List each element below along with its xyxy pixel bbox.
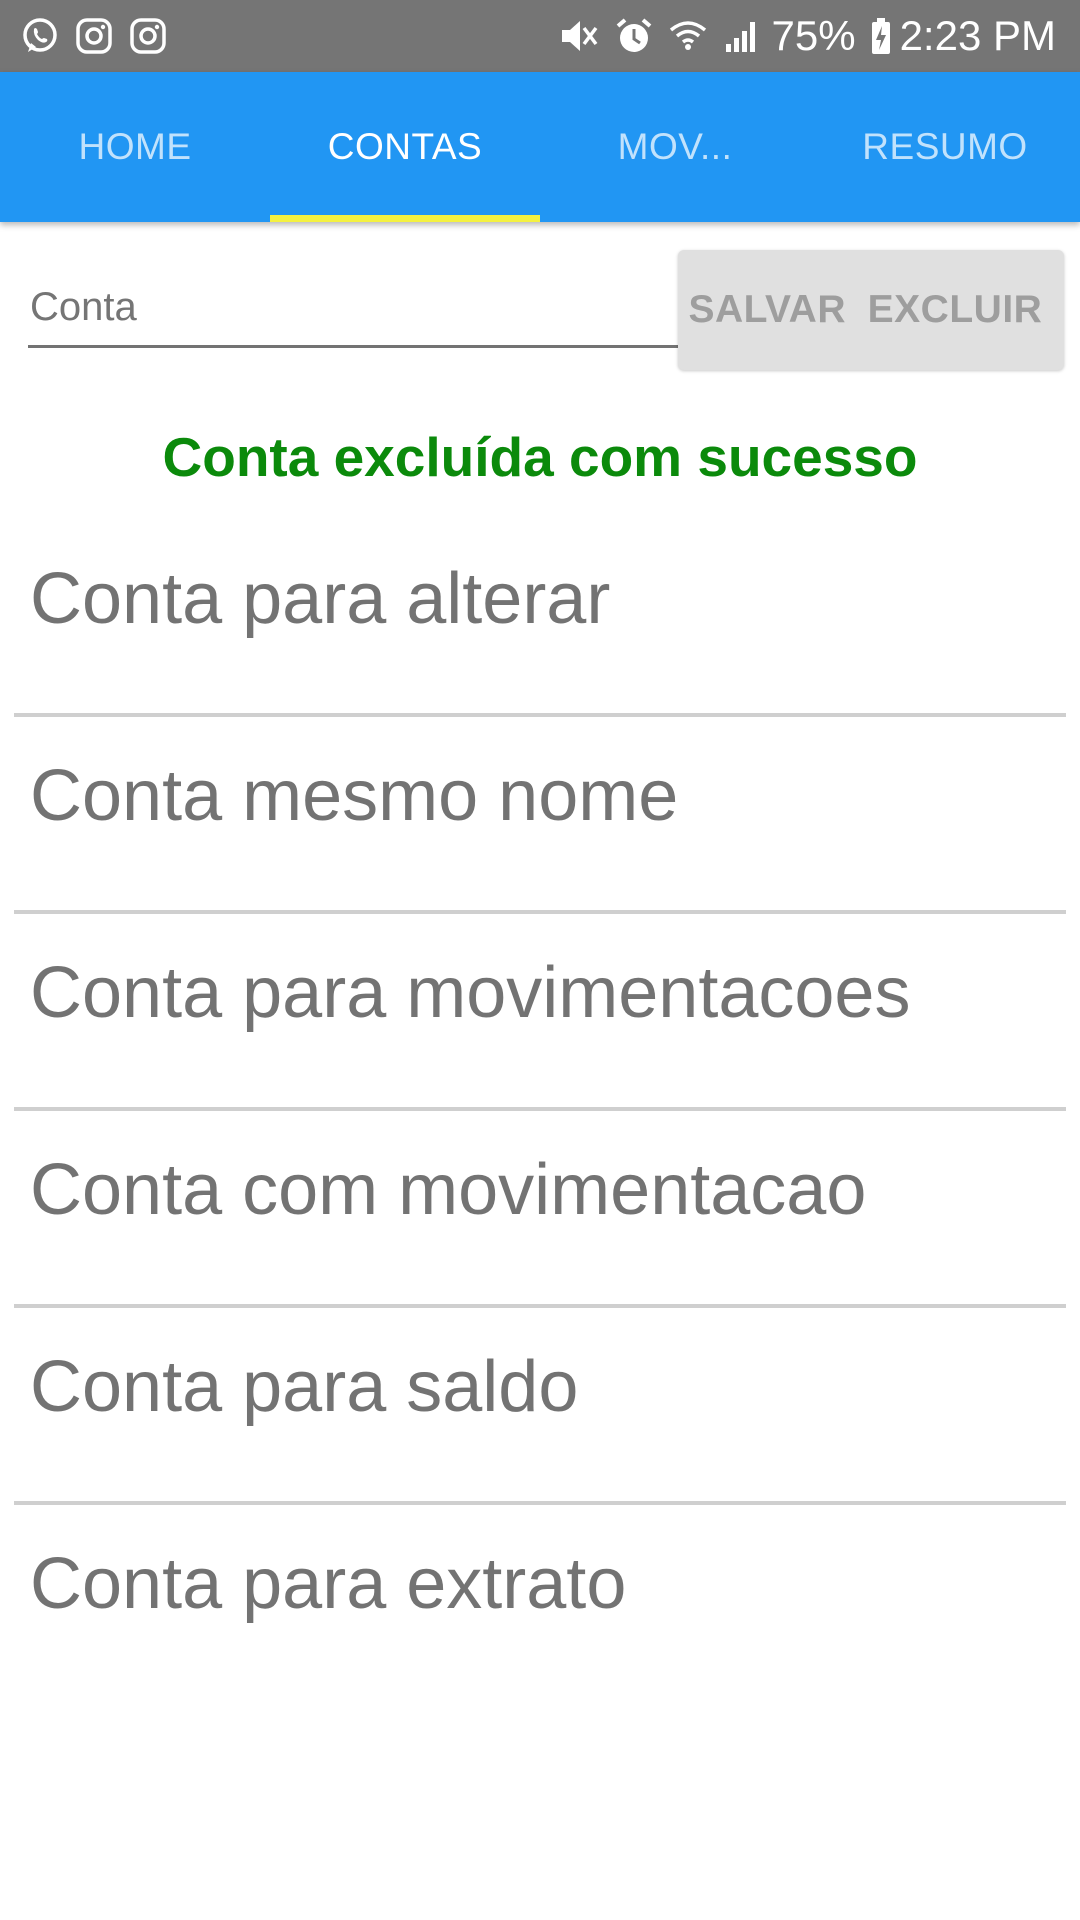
- account-name: Conta para saldo: [30, 1347, 579, 1427]
- account-name: Conta com movimentacao: [30, 1150, 867, 1230]
- tab-label: RESUMO: [862, 126, 1028, 167]
- status-bar: 75% 2:23 PM: [0, 0, 1080, 72]
- alarm-icon: [614, 16, 654, 56]
- notification-icons: [20, 16, 182, 56]
- success-message: Conta excluída com sucesso: [162, 426, 918, 488]
- action-buttons: SALVAR EXCLUIR: [678, 250, 1064, 370]
- list-item[interactable]: Conta com movimentacao: [0, 1111, 1080, 1308]
- account-name: Conta para movimentacoes: [30, 953, 911, 1033]
- tab-label: HOME: [78, 126, 192, 167]
- save-button[interactable]: SALVAR: [678, 250, 846, 370]
- tab-label: CONTAS: [327, 126, 483, 167]
- clock: 2:23 PM: [899, 12, 1056, 59]
- list-item[interactable]: Conta para saldo: [0, 1308, 1080, 1505]
- account-name: Conta mesmo nome: [30, 756, 679, 836]
- account-name: Conta para alterar: [30, 559, 611, 639]
- instagram-icon: [74, 16, 114, 56]
- tab-contas[interactable]: CONTAS: [270, 72, 540, 222]
- mute-icon: [558, 16, 600, 56]
- signal-icon: [722, 16, 762, 56]
- list-item[interactable]: Conta para movimentacoes: [0, 914, 1080, 1111]
- active-tab-indicator: [270, 215, 540, 222]
- tab-label: MOV...: [617, 126, 733, 167]
- battery-charging-icon: [870, 16, 892, 56]
- account-list: Conta para alterar Conta mesmo nome Cont…: [0, 520, 1080, 1702]
- tab-bar: HOME CONTAS MOV... RESUMO: [0, 72, 1080, 222]
- tab-home[interactable]: HOME: [0, 72, 270, 222]
- list-item[interactable]: Conta para extrato: [0, 1505, 1080, 1702]
- tab-movimentacoes[interactable]: MOV...: [540, 72, 810, 222]
- whatsapp-icon: [20, 16, 60, 56]
- list-item[interactable]: Conta para alterar: [0, 520, 1080, 717]
- system-status: 75% 2:23 PM: [544, 12, 1056, 60]
- instagram-icon: [128, 16, 168, 56]
- tab-resumo[interactable]: RESUMO: [810, 72, 1080, 222]
- account-name: Conta para extrato: [30, 1544, 627, 1624]
- delete-button[interactable]: EXCLUIR: [846, 250, 1064, 370]
- wifi-icon: [668, 16, 708, 56]
- conta-input[interactable]: [28, 280, 678, 348]
- account-form: SALVAR EXCLUIR: [0, 250, 1080, 372]
- battery-percentage: 75%: [771, 12, 856, 59]
- list-item[interactable]: Conta mesmo nome: [0, 717, 1080, 914]
